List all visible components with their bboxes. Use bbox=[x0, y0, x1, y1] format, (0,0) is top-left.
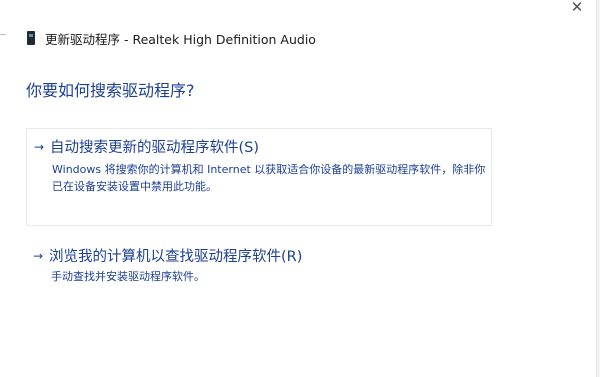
browse-computer-description: 手动查找并安装驱动程序软件。 bbox=[51, 270, 205, 283]
auto-search-link[interactable]: 自动搜索更新的驱动程序软件(S) bbox=[50, 136, 259, 157]
close-button[interactable]: ✕ bbox=[568, 0, 586, 16]
browse-computer-title-row[interactable]: → 浏览我的计算机以查找驱动程序软件(R) bbox=[33, 245, 302, 266]
window-right-edge bbox=[596, 0, 600, 377]
browse-computer-link[interactable]: 浏览我的计算机以查找驱动程序软件(R) bbox=[49, 245, 302, 266]
dialog-title: 更新驱动程序 - Realtek High Definition Audio bbox=[45, 31, 316, 47]
arrow-right-icon: → bbox=[34, 139, 45, 154]
auto-search-title-row[interactable]: → 自动搜索更新的驱动程序软件(S) bbox=[34, 136, 259, 157]
update-driver-dialog: ✕ 更新驱动程序 - Realtek High Definition Audio… bbox=[0, 0, 600, 377]
dialog-titlebar: 更新驱动程序 - Realtek High Definition Audio bbox=[27, 29, 316, 47]
device-icon bbox=[27, 31, 35, 45]
page-heading: 你要如何搜索驱动程序? bbox=[26, 81, 195, 100]
back-button-edge bbox=[0, 34, 6, 35]
browse-computer-option[interactable]: → 浏览我的计算机以查找驱动程序软件(R) 手动查找并安装驱动程序软件。 bbox=[26, 240, 492, 290]
arrow-right-icon: → bbox=[33, 248, 44, 263]
auto-search-option[interactable]: → 自动搜索更新的驱动程序软件(S) Windows 将搜索你的计算机和 Int… bbox=[26, 128, 492, 226]
auto-search-description: Windows 将搜索你的计算机和 Internet 以获取适合你设备的最新驱动… bbox=[52, 163, 486, 193]
